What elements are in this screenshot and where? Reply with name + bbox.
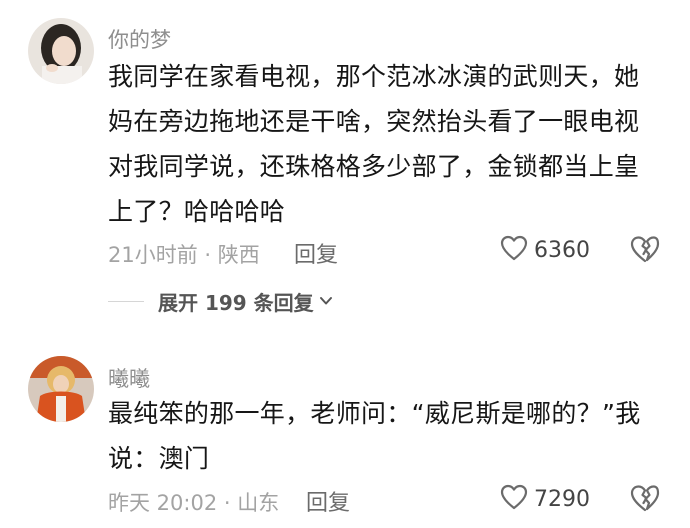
comment-line: 上了？哈哈哈哈	[108, 197, 286, 226]
avatar[interactable]	[28, 18, 94, 84]
reply-button[interactable]: 回复	[294, 237, 338, 269]
reply-button[interactable]: 回复	[306, 485, 350, 517]
comment-line: 说：澳门	[108, 444, 210, 473]
comment-text: 最纯笨的那一年，老师问：“威尼斯是哪的？”我 说：澳门	[108, 391, 668, 481]
comment-text: 我同学在家看电视，那个范冰冰演的武则天，她 妈在旁边拖地还是干啥，突然抬头看了一…	[108, 54, 668, 234]
username[interactable]: 你的梦	[108, 24, 171, 54]
broken-heart-icon[interactable]	[630, 484, 660, 516]
expand-replies-button[interactable]: 展开 199 条回复	[108, 287, 334, 316]
divider	[108, 301, 144, 302]
comment-line: 妈在旁边拖地还是干啥，突然抬头看了一眼电视	[108, 107, 640, 136]
comment-meta: 21小时前 · 陕西	[108, 243, 260, 267]
like-button[interactable]: 7290	[500, 484, 590, 514]
broken-heart-icon[interactable]	[630, 235, 660, 267]
like-count: 6360	[534, 237, 590, 263]
avatar[interactable]	[28, 356, 94, 422]
like-button[interactable]: 6360	[500, 235, 590, 265]
comment-meta: 昨天 20:02 · 山东	[108, 491, 280, 515]
comment-line: 对我同学说，还珠格格多少部了，金锁都当上皇	[108, 152, 640, 181]
chevron-down-icon	[318, 292, 334, 311]
heart-outline-icon	[500, 484, 528, 514]
heart-outline-icon	[500, 235, 528, 265]
username[interactable]: 曦曦	[108, 363, 150, 393]
like-count: 7290	[534, 486, 590, 512]
comment-line: 我同学在家看电视，那个范冰冰演的武则天，她	[108, 62, 640, 91]
comment-line: 最纯笨的那一年，老师问：“威尼斯是哪的？”我	[108, 399, 641, 428]
expand-replies-label: 展开 199 条回复	[158, 291, 314, 315]
